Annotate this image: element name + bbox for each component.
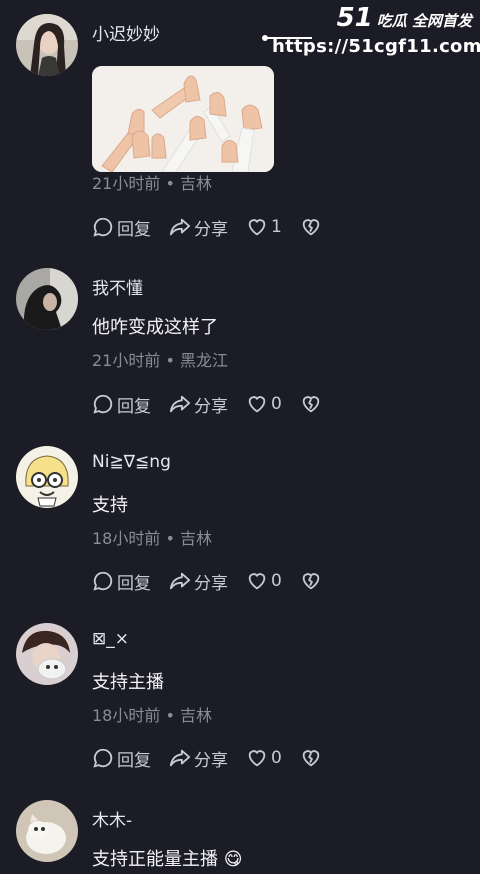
share-icon [169, 572, 191, 590]
heart-icon [248, 219, 266, 236]
avatar[interactable] [16, 800, 78, 862]
reply-label: 回复 [117, 396, 151, 417]
broken-heart-icon [302, 750, 320, 767]
watermark-line [268, 37, 312, 39]
comment-actions: 回复 分享 0 [92, 746, 343, 771]
reply-label: 回复 [117, 219, 151, 240]
dislike-button[interactable] [300, 570, 325, 592]
share-icon [169, 218, 191, 236]
avatar[interactable] [16, 623, 78, 685]
reply-label: 回复 [117, 750, 151, 771]
comment-item: Ni≧∇≦ng 支持 18小时前 • 吉林 回复 分享 0 [0, 446, 480, 606]
emoji: 😋 [223, 849, 243, 870]
comment-text-content: 支持正能量主播 [92, 849, 218, 870]
comment-actions: 回复 分享 0 [92, 569, 343, 594]
dislike-button[interactable] [300, 747, 325, 769]
share-button[interactable]: 分享 [169, 215, 228, 240]
comment-text: 支持正能量主播 😋 [92, 845, 243, 871]
comment-username[interactable]: ⊠_× [92, 629, 129, 649]
like-count: 0 [271, 748, 282, 768]
avatar[interactable] [16, 14, 78, 76]
broken-heart-icon [302, 396, 320, 413]
broken-heart-icon [302, 573, 320, 590]
reply-button[interactable]: 回复 [92, 392, 151, 417]
share-icon [169, 749, 191, 767]
share-button[interactable]: 分享 [169, 569, 228, 594]
like-button[interactable]: 0 [246, 570, 282, 592]
reply-icon [93, 394, 113, 414]
like-count: 1 [271, 217, 282, 237]
share-label: 分享 [194, 396, 228, 417]
comment-image-thumbs-up[interactable] [92, 66, 274, 172]
heart-icon [248, 396, 266, 413]
avatar[interactable] [16, 446, 78, 508]
comment-actions: 回复 分享 1 [92, 215, 343, 240]
avatar[interactable] [16, 268, 78, 330]
comment-username[interactable]: 木木- [92, 806, 132, 831]
comment-text: 支持 [92, 495, 128, 516]
share-label: 分享 [194, 750, 228, 771]
comment-list-screen: 51 吃瓜 全网首发 https://51cgf11.com 小迟妙妙 21小时… [0, 0, 480, 874]
like-button[interactable]: 0 [246, 747, 282, 769]
comment-meta: 18小时前 • 吉林 [92, 706, 212, 725]
reply-button[interactable]: 回复 [92, 569, 151, 594]
watermark-brand: 51 吃瓜 全网首发 [272, 4, 472, 35]
watermark-brand-text: 吃瓜 全网首发 [376, 12, 472, 30]
heart-icon [248, 750, 266, 767]
reply-button[interactable]: 回复 [92, 215, 151, 240]
reply-icon [93, 217, 113, 237]
reply-label: 回复 [117, 573, 151, 594]
broken-heart-icon [302, 219, 320, 236]
comment-meta: 18小时前 • 吉林 [92, 529, 212, 548]
comment-meta: 21小时前 • 吉林 [92, 174, 212, 193]
reply-button[interactable]: 回复 [92, 746, 151, 771]
like-count: 0 [271, 571, 282, 591]
share-label: 分享 [194, 219, 228, 240]
share-label: 分享 [194, 573, 228, 594]
comment-username[interactable]: 小迟妙妙 [92, 20, 160, 45]
like-button[interactable]: 0 [246, 393, 282, 415]
like-button[interactable]: 1 [246, 216, 282, 238]
comment-username[interactable]: Ni≧∇≦ng [92, 452, 171, 472]
comment-meta: 21小时前 • 黑龙江 [92, 351, 228, 370]
comment-text: 支持主播 [92, 672, 164, 693]
comment-text: 他咋变成这样了 [92, 317, 218, 338]
heart-icon [248, 573, 266, 590]
site-watermark: 51 吃瓜 全网首发 https://51cgf11.com [262, 4, 480, 66]
comment-username[interactable]: 我不懂 [92, 274, 143, 299]
comment-item: ⊠_× 支持主播 18小时前 • 吉林 回复 分享 0 [0, 623, 480, 783]
share-button[interactable]: 分享 [169, 746, 228, 771]
comment-item: 我不懂 他咋变成这样了 21小时前 • 黑龙江 回复 分享 0 [0, 268, 480, 428]
dislike-button[interactable] [300, 216, 325, 238]
like-count: 0 [271, 394, 282, 414]
reply-icon [93, 571, 113, 591]
share-button[interactable]: 分享 [169, 392, 228, 417]
comment-actions: 回复 分享 0 [92, 392, 343, 417]
share-icon [169, 395, 191, 413]
reply-icon [93, 748, 113, 768]
comment-item: 木木- 支持正能量主播 😋 [0, 800, 480, 874]
watermark-brand-number: 51 [336, 3, 373, 33]
dislike-button[interactable] [300, 393, 325, 415]
